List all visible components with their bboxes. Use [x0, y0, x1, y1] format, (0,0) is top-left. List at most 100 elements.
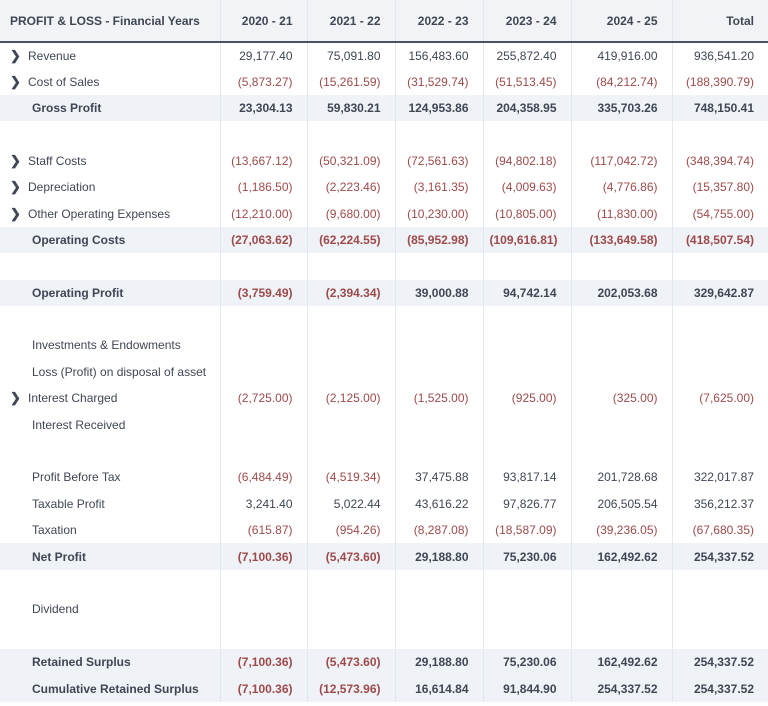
value-cell: 97,826.77: [482, 490, 571, 518]
empty-cell: [394, 305, 483, 333]
value-cell: (133,649.58): [570, 226, 672, 254]
row-label[interactable]: Depreciation: [28, 180, 95, 194]
value-cell: 162,492.62: [570, 543, 672, 570]
empty-cell: [482, 253, 571, 280]
value-cell: [219, 332, 307, 359]
value-cell: (5,473.60): [306, 648, 395, 676]
empty-cell: [306, 305, 395, 333]
empty-cell: [671, 622, 768, 649]
table-row-revenue[interactable]: ❯ Revenue 29,177.40 75,091.80 156,483.60 255,…: [0, 42, 768, 69]
table-row-taxation: Taxation (615.87) (954.26) (8,287.08) (18,58…: [0, 517, 768, 544]
value-cell: [219, 596, 307, 623]
value-cell: 39,000.88: [394, 279, 483, 306]
row-label-cell[interactable]: ❯ Revenue: [0, 42, 220, 68]
value-cell: (10,805.00): [482, 200, 571, 227]
empty-cell: [219, 253, 307, 280]
value-cell: [570, 332, 672, 359]
value-cell: (6,484.49): [219, 464, 307, 491]
table-row-cost-of-sales[interactable]: ❯ Cost of Sales (5,873.27) (15,261.59) (31,5…: [0, 68, 768, 95]
value-cell: (7,100.36): [219, 648, 307, 676]
value-cell: (31,529.74): [394, 68, 483, 95]
value-cell: 29,188.80: [394, 648, 483, 676]
column-header-2023-24: 2023 - 24: [482, 0, 571, 43]
value-cell: (8,287.08): [394, 517, 483, 544]
empty-cell: [482, 437, 571, 465]
value-cell: (39,236.05): [570, 517, 672, 544]
chevron-right-icon[interactable]: ❯: [10, 206, 22, 222]
empty-cell: [306, 622, 395, 649]
row-label[interactable]: Revenue: [28, 49, 76, 63]
total-row-gross-profit: Gross Profit 23,304.13 59,830.21 124,953.86…: [0, 94, 768, 122]
value-cell: [482, 358, 571, 386]
chevron-right-icon[interactable]: ❯: [10, 390, 22, 406]
chevron-right-icon[interactable]: ❯: [10, 74, 22, 90]
empty-cell: [671, 305, 768, 333]
value-cell: [570, 411, 672, 438]
row-label[interactable]: Cost of Sales: [28, 75, 99, 89]
value-cell: 43,616.22: [394, 490, 483, 518]
empty-cell: [671, 437, 768, 465]
empty-cell: [671, 121, 768, 148]
empty-cell: [394, 569, 483, 597]
empty-cell: [671, 253, 768, 280]
value-cell: 254,337.52: [671, 648, 768, 676]
total-row-net-profit: Net Profit (7,100.36) (5,473.60) 29,188.80 7…: [0, 543, 768, 570]
empty-cell: [306, 569, 395, 597]
empty-cell: [394, 622, 483, 649]
chevron-right-icon[interactable]: ❯: [10, 153, 22, 169]
row-label-cell: Gross Profit: [0, 94, 220, 122]
value-cell: (18,587.09): [482, 517, 571, 544]
value-cell: (2,223.46): [306, 173, 395, 201]
value-cell: (94,802.18): [482, 147, 571, 174]
row-label-cell: Taxable Profit: [0, 491, 220, 517]
empty-cell: [394, 253, 483, 280]
value-cell: 201,728.68: [570, 464, 672, 491]
value-cell: (67,680.35): [671, 517, 768, 544]
table-row-staff-costs[interactable]: ❯ Staff Costs (13,667.12) (50,321.09) (72,56…: [0, 147, 768, 174]
row-label-cell: Investments & Endowments: [0, 332, 220, 358]
spacer-row: [0, 437, 768, 465]
value-cell: 322,017.87: [671, 464, 768, 491]
chevron-right-icon[interactable]: ❯: [10, 179, 22, 195]
empty-cell: [394, 437, 483, 465]
row-label-cell[interactable]: ❯ Other Operating Expenses: [0, 200, 220, 226]
value-cell: 204,358.95: [482, 94, 571, 122]
row-label: Operating Profit: [32, 285, 124, 300]
value-cell: 156,483.60: [394, 42, 483, 69]
row-label-cell[interactable]: ❯ Depreciation: [0, 174, 220, 200]
value-cell: [482, 332, 571, 359]
row-label: Gross Profit: [32, 100, 102, 115]
row-label-cell[interactable]: ❯ Cost of Sales: [0, 68, 220, 94]
row-label[interactable]: Staff Costs: [28, 154, 86, 168]
value-cell: 329,642.87: [671, 279, 768, 306]
value-cell: (109,616.81): [482, 226, 571, 254]
row-label-cell: Interest Received: [0, 411, 220, 437]
value-cell: 16,614.84: [394, 675, 483, 702]
row-label-cell: Dividend: [0, 596, 220, 622]
table-row-profit-before-tax: Profit Before Tax (6,484.49) (4,519.34) 37,…: [0, 464, 768, 491]
spacer-row: [0, 305, 768, 333]
value-cell: [219, 411, 307, 438]
empty-cell: [0, 306, 220, 332]
empty-cell: [0, 121, 220, 147]
value-cell: (13,667.12): [219, 147, 307, 174]
table-row-dividend: Dividend: [0, 596, 768, 623]
value-cell: (72,561.63): [394, 147, 483, 174]
empty-cell: [570, 437, 672, 465]
empty-cell: [0, 623, 220, 649]
row-label[interactable]: Interest Charged: [28, 391, 117, 405]
row-label-cell[interactable]: ❯ Interest Charged: [0, 385, 220, 411]
table-row-depreciation[interactable]: ❯ Depreciation (1,186.50) (2,223.46) (3,161.…: [0, 173, 768, 201]
column-header-2020-21: 2020 - 21: [219, 0, 307, 43]
table-row-other-operating-expenses[interactable]: ❯ Other Operating Expenses (12,210.00) (9,6…: [0, 200, 768, 227]
row-label-cell[interactable]: ❯ Staff Costs: [0, 148, 220, 174]
row-label[interactable]: Other Operating Expenses: [28, 207, 170, 221]
value-cell: (27,063.62): [219, 226, 307, 254]
value-cell: [671, 411, 768, 438]
empty-cell: [219, 305, 307, 333]
table-row-interest-charged[interactable]: ❯ Interest Charged (2,725.00) (2,125.00) (1,…: [0, 385, 768, 412]
empty-cell: [219, 121, 307, 148]
empty-cell: [394, 121, 483, 148]
row-label: Net Profit: [32, 549, 86, 564]
chevron-right-icon[interactable]: ❯: [10, 48, 22, 64]
